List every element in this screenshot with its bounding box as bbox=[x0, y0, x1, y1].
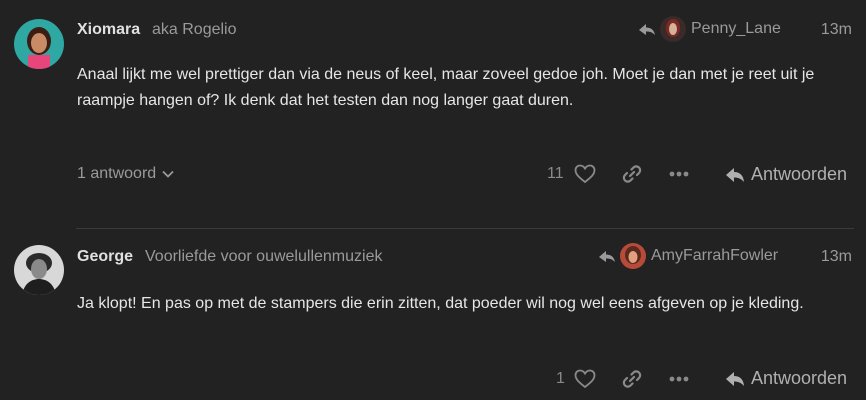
like-count[interactable]: 11 bbox=[547, 165, 564, 183]
user-title: Voorliefde voor ouwelullenmuziek bbox=[145, 248, 383, 265]
post-body: Anaal lijkt me wel prettiger dan via de … bbox=[77, 66, 815, 109]
reply-button[interactable]: Antwoorden bbox=[725, 164, 847, 185]
chevron-down-icon bbox=[162, 170, 174, 178]
post-time[interactable]: 13m bbox=[821, 21, 852, 39]
show-replies-button[interactable]: 1 antwoord bbox=[77, 165, 175, 183]
avatar[interactable] bbox=[14, 19, 64, 69]
link-icon[interactable] bbox=[622, 369, 642, 389]
reply-icon bbox=[726, 167, 744, 182]
reply-button-label: Antwoorden bbox=[751, 368, 848, 388]
author-name[interactable]: Xiomara bbox=[77, 21, 140, 39]
link-icon[interactable] bbox=[622, 164, 642, 184]
post: George Voorliefde voor ouwelullenmuziek … bbox=[0, 228, 866, 400]
reply-to-arrow-icon bbox=[639, 24, 655, 35]
post: Xiomara aka Rogelio Penny_Lane 13m Anaal… bbox=[0, 0, 866, 228]
reply-to[interactable]: Penny_Lane bbox=[638, 16, 781, 42]
heart-icon[interactable] bbox=[574, 164, 596, 184]
reply-to[interactable]: AmyFarrahFowler bbox=[598, 243, 778, 269]
reply-to-arrow-icon bbox=[599, 251, 615, 262]
more-options-icon[interactable] bbox=[669, 376, 689, 382]
reply-icon bbox=[726, 371, 744, 386]
post-divider bbox=[76, 228, 854, 229]
reply-to-username: Penny_Lane bbox=[691, 20, 781, 37]
post-body: Ja klopt! En pas op met de stampers die … bbox=[77, 295, 804, 312]
reply-to-avatar bbox=[660, 16, 686, 42]
user-title: aka Rogelio bbox=[152, 21, 237, 38]
avatar[interactable] bbox=[14, 245, 64, 295]
reply-button[interactable]: Antwoorden bbox=[725, 368, 847, 389]
reply-button-label: Antwoorden bbox=[751, 164, 848, 184]
post-time[interactable]: 13m bbox=[821, 248, 852, 266]
reply-to-avatar bbox=[620, 243, 646, 269]
like-count[interactable]: 1 bbox=[556, 370, 565, 388]
more-options-icon[interactable] bbox=[669, 171, 689, 177]
reply-to-username: AmyFarrahFowler bbox=[651, 247, 779, 264]
author-name[interactable]: George bbox=[77, 248, 133, 266]
heart-icon[interactable] bbox=[574, 369, 596, 389]
replies-count-label: 1 antwoord bbox=[77, 165, 157, 182]
